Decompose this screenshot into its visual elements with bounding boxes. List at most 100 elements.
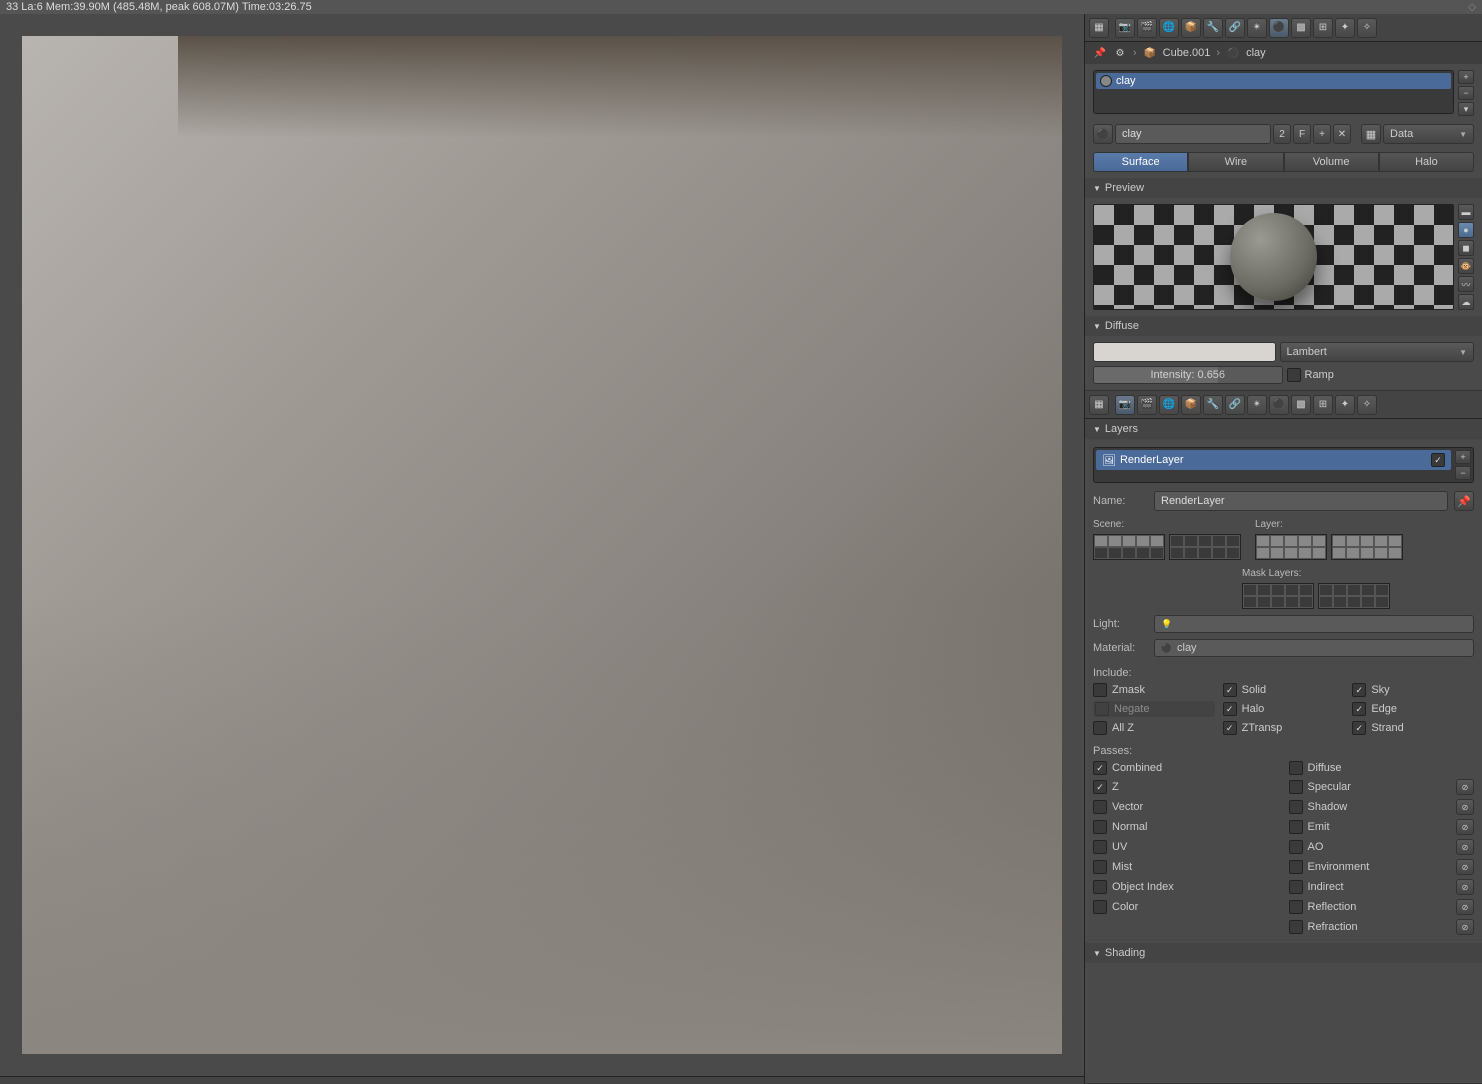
- pass-option-environment[interactable]: Environment⊘: [1289, 859, 1475, 875]
- layer-cell[interactable]: [1285, 584, 1299, 596]
- texture-tab-icon[interactable]: ▩: [1291, 18, 1311, 38]
- include-option-solid[interactable]: Solid: [1223, 683, 1345, 697]
- pass-option-emit[interactable]: Emit⊘: [1289, 819, 1475, 835]
- pass-option-combined[interactable]: Combined: [1093, 761, 1279, 775]
- layer-cell[interactable]: [1374, 535, 1388, 547]
- diffuse-intensity-slider[interactable]: Intensity: 0.656: [1093, 366, 1283, 384]
- layer-cell[interactable]: [1333, 596, 1347, 608]
- material-tab-icon[interactable]: ⚫: [1269, 18, 1289, 38]
- object-tab-icon[interactable]: 📦: [1181, 18, 1201, 38]
- layer-cell[interactable]: [1375, 596, 1389, 608]
- layer-cell[interactable]: [1361, 596, 1375, 608]
- layer-cell[interactable]: [1257, 584, 1271, 596]
- material-slots[interactable]: clay: [1093, 70, 1454, 114]
- checkbox[interactable]: [1289, 920, 1303, 934]
- checkbox[interactable]: [1352, 702, 1366, 716]
- mask-layer-grid[interactable]: [1242, 583, 1390, 609]
- layer-cell[interactable]: [1184, 547, 1198, 559]
- editor-type-button[interactable]: ▦: [1089, 18, 1109, 38]
- modifiers-tab-icon[interactable]: 🔗: [1225, 18, 1245, 38]
- layer-cell[interactable]: [1270, 547, 1284, 559]
- tab-surface[interactable]: Surface: [1093, 152, 1188, 172]
- layer-cell[interactable]: [1170, 547, 1184, 559]
- layer-cell[interactable]: [1270, 535, 1284, 547]
- add-slot-button[interactable]: +: [1458, 70, 1474, 84]
- pass-option-normal[interactable]: Normal: [1093, 819, 1279, 835]
- checkbox[interactable]: [1223, 683, 1237, 697]
- pass-option-ao[interactable]: AO⊘: [1289, 839, 1475, 855]
- exclude-button[interactable]: ⊘: [1456, 899, 1474, 915]
- physics-tab-icon[interactable]: ✦: [1335, 18, 1355, 38]
- remove-renderlayer-button[interactable]: −: [1455, 466, 1471, 480]
- layer-cell[interactable]: [1346, 547, 1360, 559]
- data-tab-icon[interactable]: ✴: [1247, 395, 1267, 415]
- layer-cell[interactable]: [1374, 547, 1388, 559]
- exclude-button[interactable]: ⊘: [1456, 919, 1474, 935]
- layer-cell[interactable]: [1388, 535, 1402, 547]
- checkbox[interactable]: [1093, 683, 1107, 697]
- include-option-sky[interactable]: Sky: [1352, 683, 1474, 697]
- scene-tab-icon[interactable]: 🎬: [1137, 18, 1157, 38]
- layer-cell[interactable]: [1184, 535, 1198, 547]
- pass-option-diffuse[interactable]: Diffuse: [1289, 761, 1475, 775]
- pass-option-z[interactable]: Z: [1093, 779, 1279, 795]
- layer-cell[interactable]: [1346, 535, 1360, 547]
- data-tab-icon[interactable]: ✴: [1247, 18, 1267, 38]
- preview-flat-icon[interactable]: ▬: [1458, 204, 1474, 220]
- preview-panel-header[interactable]: ▼ Preview: [1085, 178, 1482, 198]
- editor-type-button[interactable]: ▦: [1089, 395, 1109, 415]
- layer-cell[interactable]: [1332, 547, 1346, 559]
- checkbox[interactable]: [1289, 860, 1303, 874]
- layer-cell[interactable]: [1108, 547, 1122, 559]
- renderlayer-name-input[interactable]: [1154, 491, 1448, 511]
- include-option-edge[interactable]: Edge: [1352, 701, 1474, 717]
- checkbox[interactable]: [1352, 721, 1366, 735]
- layer-cell[interactable]: [1243, 596, 1257, 608]
- constraints-tab-icon[interactable]: 🔧: [1203, 395, 1223, 415]
- checkbox[interactable]: [1093, 840, 1107, 854]
- preview-monkey-icon[interactable]: 🐵: [1458, 258, 1474, 274]
- render-tab-icon[interactable]: 📷: [1115, 395, 1135, 415]
- render-layer-item[interactable]: 🖼 RenderLayer: [1096, 450, 1451, 470]
- layer-cell[interactable]: [1256, 535, 1270, 547]
- layer-cell[interactable]: [1271, 584, 1285, 596]
- layer-cell[interactable]: [1198, 547, 1212, 559]
- add-renderlayer-button[interactable]: +: [1455, 450, 1471, 464]
- image-editor-header[interactable]: [0, 1076, 1084, 1084]
- single-layer-button[interactable]: 📌: [1454, 491, 1474, 511]
- layer-cell[interactable]: [1375, 584, 1389, 596]
- layers-panel-header[interactable]: ▼ Layers: [1085, 419, 1482, 439]
- material-override-field[interactable]: ⚫ clay: [1154, 639, 1474, 657]
- checkbox[interactable]: [1093, 860, 1107, 874]
- constraints-tab-icon[interactable]: 🔧: [1203, 18, 1223, 38]
- layer-cell[interactable]: [1271, 596, 1285, 608]
- checkbox[interactable]: [1289, 761, 1303, 775]
- checkbox[interactable]: [1289, 840, 1303, 854]
- extra-tab-icon[interactable]: ✧: [1357, 18, 1377, 38]
- include-option-strand[interactable]: Strand: [1352, 721, 1474, 735]
- scene-layer-grid[interactable]: [1093, 534, 1241, 560]
- checkbox[interactable]: [1289, 820, 1303, 834]
- toggle-icon[interactable]: ⚙: [1113, 46, 1127, 60]
- layer-cell[interactable]: [1298, 535, 1312, 547]
- layer-cell[interactable]: [1332, 535, 1346, 547]
- layer-cell[interactable]: [1361, 584, 1375, 596]
- modifiers-tab-icon[interactable]: 🔗: [1225, 395, 1245, 415]
- layer-cell[interactable]: [1347, 584, 1361, 596]
- layer-cell[interactable]: [1226, 547, 1240, 559]
- preview-hair-icon[interactable]: 〰: [1458, 276, 1474, 292]
- checkbox[interactable]: [1093, 780, 1107, 794]
- pin-icon[interactable]: 📌: [1093, 46, 1107, 60]
- checkbox[interactable]: [1289, 780, 1303, 794]
- layer-cell[interactable]: [1150, 547, 1164, 559]
- exclude-button[interactable]: ⊘: [1456, 859, 1474, 875]
- texture-tab-icon[interactable]: ▩: [1291, 395, 1311, 415]
- checkbox[interactable]: [1223, 721, 1237, 735]
- ramp-checkbox[interactable]: [1287, 368, 1301, 382]
- pass-option-mist[interactable]: Mist: [1093, 859, 1279, 875]
- pass-option-object-index[interactable]: Object Index: [1093, 879, 1279, 895]
- pass-option-vector[interactable]: Vector: [1093, 799, 1279, 815]
- layer-cell[interactable]: [1312, 547, 1326, 559]
- scene-tab-icon[interactable]: 🎬: [1137, 395, 1157, 415]
- tab-volume[interactable]: Volume: [1284, 152, 1379, 172]
